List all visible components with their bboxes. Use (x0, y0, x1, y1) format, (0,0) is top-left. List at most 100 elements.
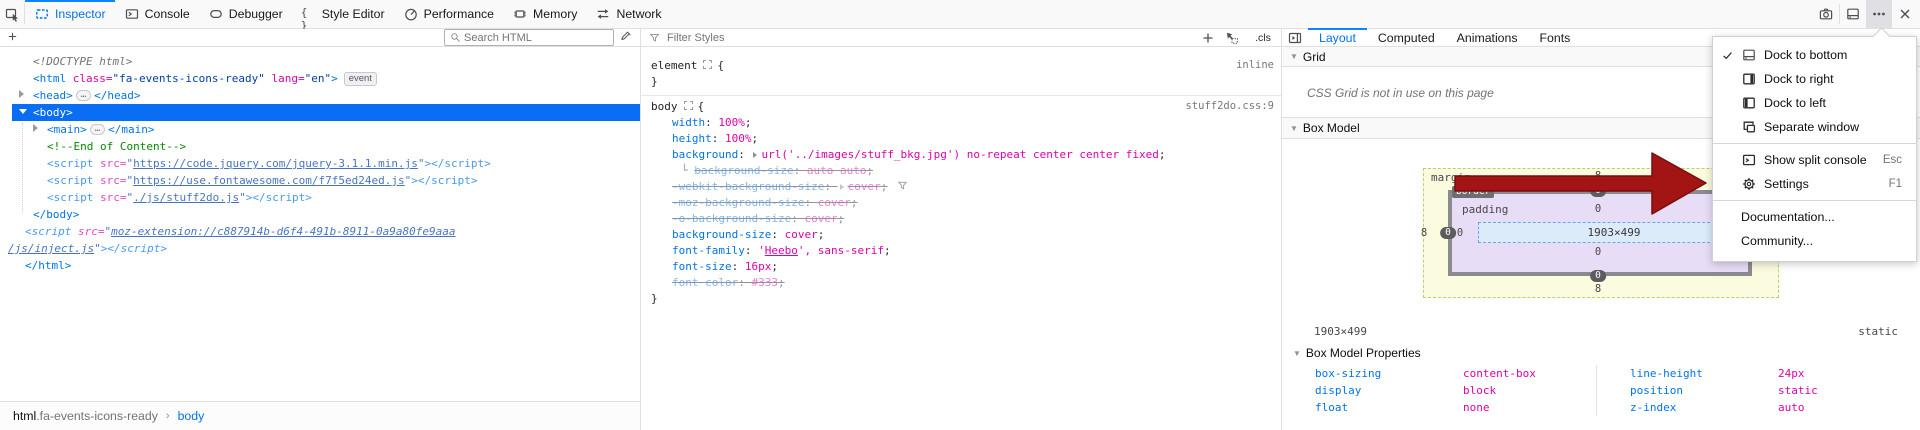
property-name: display (1315, 382, 1463, 399)
margin-bottom-value[interactable]: 8 (1595, 283, 1601, 295)
padding-left-value[interactable]: 0 (1457, 227, 1463, 239)
memory-icon (512, 6, 528, 22)
sidebar-tab-fonts[interactable]: Fonts (1529, 29, 1582, 46)
expand-arrow-icon[interactable] (33, 121, 47, 138)
markup-line[interactable]: </html> (0, 257, 640, 274)
css-declaration-font-size[interactable]: font-size: 16px; (641, 259, 1282, 275)
markup-line[interactable]: <!--End of Content--> (0, 138, 640, 155)
border-top-value[interactable]: 0 (1590, 185, 1606, 197)
css-declaration-background-size[interactable]: └ background-size: auto auto; (641, 163, 1282, 179)
search-icon (448, 31, 462, 45)
box-model-content-region[interactable]: 1903×499 (1478, 222, 1750, 243)
breadcrumb-item-body[interactable]: body (178, 409, 205, 423)
margin-top-value[interactable]: 8 (1595, 170, 1601, 182)
menu-item-settings[interactable]: SettingsF1 (1713, 172, 1916, 196)
menu-item-shortcut: Esc (1883, 154, 1902, 166)
eyedropper-button[interactable] (620, 31, 634, 45)
tab-memory[interactable]: Memory (503, 0, 586, 28)
toggle-pseudo-classes-button[interactable] (1220, 29, 1244, 46)
css-declaration-o-background-size[interactable]: -o-background-size: cover; (641, 211, 1282, 227)
create-new-node-button[interactable] (6, 31, 20, 45)
sidebar-tab-animations[interactable]: Animations (1446, 29, 1529, 46)
add-rule-button[interactable] (1196, 29, 1220, 46)
property-name: line-height (1630, 365, 1778, 382)
css-rules-list: element{inline}body{stuff2do.css:9width:… (641, 47, 1282, 312)
markup-line[interactable]: <script src="moz-extension://c887914b-d6… (0, 223, 640, 240)
css-declaration-font-family[interactable]: font-family: 'Heebo', sans-serif; (641, 243, 1282, 259)
tab-performance[interactable]: Performance (394, 0, 503, 28)
markup-line[interactable]: <script src="https://code.jquery.com/jqu… (0, 155, 640, 172)
rule-selector-line[interactable]: element{ (641, 58, 1282, 74)
highlight-selector-icon[interactable] (684, 101, 693, 110)
markup-line[interactable]: /js/inject.js"></script> (0, 240, 640, 257)
menu-item-show-split-console[interactable]: Show split consoleEsc (1713, 148, 1916, 172)
property-value: block (1463, 382, 1496, 399)
menu-item-dock-to-left[interactable]: Dock to left (1713, 91, 1916, 115)
event-badge[interactable]: event (344, 72, 377, 86)
rule-source-link[interactable]: inline (1236, 59, 1274, 71)
tab-debugger[interactable]: Debugger (199, 0, 292, 28)
menu-item-label: Settings (1764, 177, 1889, 191)
border-left-value[interactable]: 0 (1440, 227, 1456, 239)
rule-source-link[interactable]: stuff2do.css:9 (1185, 100, 1274, 112)
toggle-classes-button[interactable]: .cls (1244, 29, 1282, 46)
padding-top-value[interactable]: 0 (1595, 203, 1601, 215)
expander-icon[interactable] (840, 184, 844, 190)
property-name: z-index (1630, 399, 1778, 416)
pick-element-button[interactable] (0, 0, 24, 28)
css-declaration-width[interactable]: width: 100%; (641, 115, 1282, 131)
responsive-dock-button[interactable] (1840, 0, 1866, 28)
markup-line[interactable]: <script src="https://use.fontawesome.com… (0, 172, 640, 189)
tab-console[interactable]: Console (115, 0, 199, 28)
border-bottom-value[interactable]: 0 (1590, 270, 1606, 282)
menu-item-dock-to-right[interactable]: Dock to right (1713, 67, 1916, 91)
sidebar-tab-computed[interactable]: Computed (1367, 29, 1446, 46)
tab-label: Memory (533, 7, 577, 21)
css-declaration-font-color[interactable]: font color: #333; (641, 275, 1282, 291)
css-declaration-background[interactable]: background: url('../images/stuff_bkg.jpg… (641, 147, 1282, 163)
toolbar-right-icons (1813, 0, 1918, 28)
property-value: 24px (1778, 365, 1805, 382)
box-model-properties: box-sizingcontent-boxdisplayblockfloatno… (1282, 365, 1920, 416)
tab-inspector[interactable]: Inspector (25, 0, 115, 28)
expand-arrow-icon[interactable] (19, 87, 33, 104)
close-devtools-button[interactable] (1892, 0, 1918, 28)
markup-line[interactable]: </body> (0, 206, 640, 223)
breadcrumb-item-html[interactable]: html.fa-events-icons-ready (13, 409, 158, 423)
css-rule-body: body{stuff2do.css:9width: 100%;height: 1… (641, 95, 1282, 312)
menu-item-separate-window[interactable]: Separate window (1713, 115, 1916, 139)
css-declaration-height[interactable]: height: 100%; (641, 131, 1282, 147)
css-declaration-webkit-background-size[interactable]: -webkit-background-size: cover; (641, 179, 1282, 195)
markup-line-selected[interactable]: <body> (12, 104, 640, 121)
collapse-arrow-icon[interactable] (19, 104, 33, 121)
expander-icon[interactable] (753, 152, 757, 158)
padding-bottom-value[interactable]: 0 (1595, 246, 1601, 258)
css-declaration-background-size[interactable]: background-size: cover; (641, 227, 1282, 243)
collapsed-ellipsis-badge[interactable]: … (90, 124, 105, 135)
markup-line[interactable]: <head>…</head> (0, 87, 640, 104)
sidebar-tab-layout[interactable]: Layout (1308, 29, 1367, 46)
markup-line[interactable]: <html class="fa-events-icons-ready" lang… (0, 70, 640, 87)
plus-icon (1200, 30, 1216, 46)
breadcrumb-separator-icon: › (166, 410, 170, 422)
css-declaration-moz-background-size[interactable]: -moz-background-size: cover; (641, 195, 1282, 211)
overridden-filter-icon[interactable] (897, 181, 908, 194)
customize-devtools-menu: Dock to bottomDock to rightDock to leftS… (1712, 36, 1917, 262)
margin-left-value[interactable]: 8 (1421, 227, 1427, 239)
tab-style-editor[interactable]: { }Style Editor (292, 0, 394, 28)
customize-devtools-button[interactable] (1866, 0, 1892, 28)
menu-item-community[interactable]: Community... (1713, 229, 1916, 253)
menu-item-dock-to-bottom[interactable]: Dock to bottom (1713, 43, 1916, 67)
screenshot-button[interactable] (1813, 0, 1839, 28)
collapsed-ellipsis-badge[interactable]: … (76, 90, 91, 101)
markup-line[interactable]: <main>…</main> (0, 121, 640, 138)
box-model-properties-header[interactable]: ▼ Box Model Properties (1293, 346, 1421, 360)
search-html-input[interactable] (462, 31, 596, 45)
markup-line[interactable]: <script src="./js/stuff2do.js"></script> (0, 189, 640, 206)
markup-line[interactable]: <!DOCTYPE html> (0, 53, 640, 70)
sidebar-toggle-button[interactable] (1282, 30, 1308, 46)
menu-item-documentation[interactable]: Documentation... (1713, 205, 1916, 229)
highlight-selector-icon[interactable] (703, 60, 712, 69)
filter-styles-input[interactable] (665, 31, 1196, 45)
tab-network[interactable]: Network (586, 0, 670, 28)
